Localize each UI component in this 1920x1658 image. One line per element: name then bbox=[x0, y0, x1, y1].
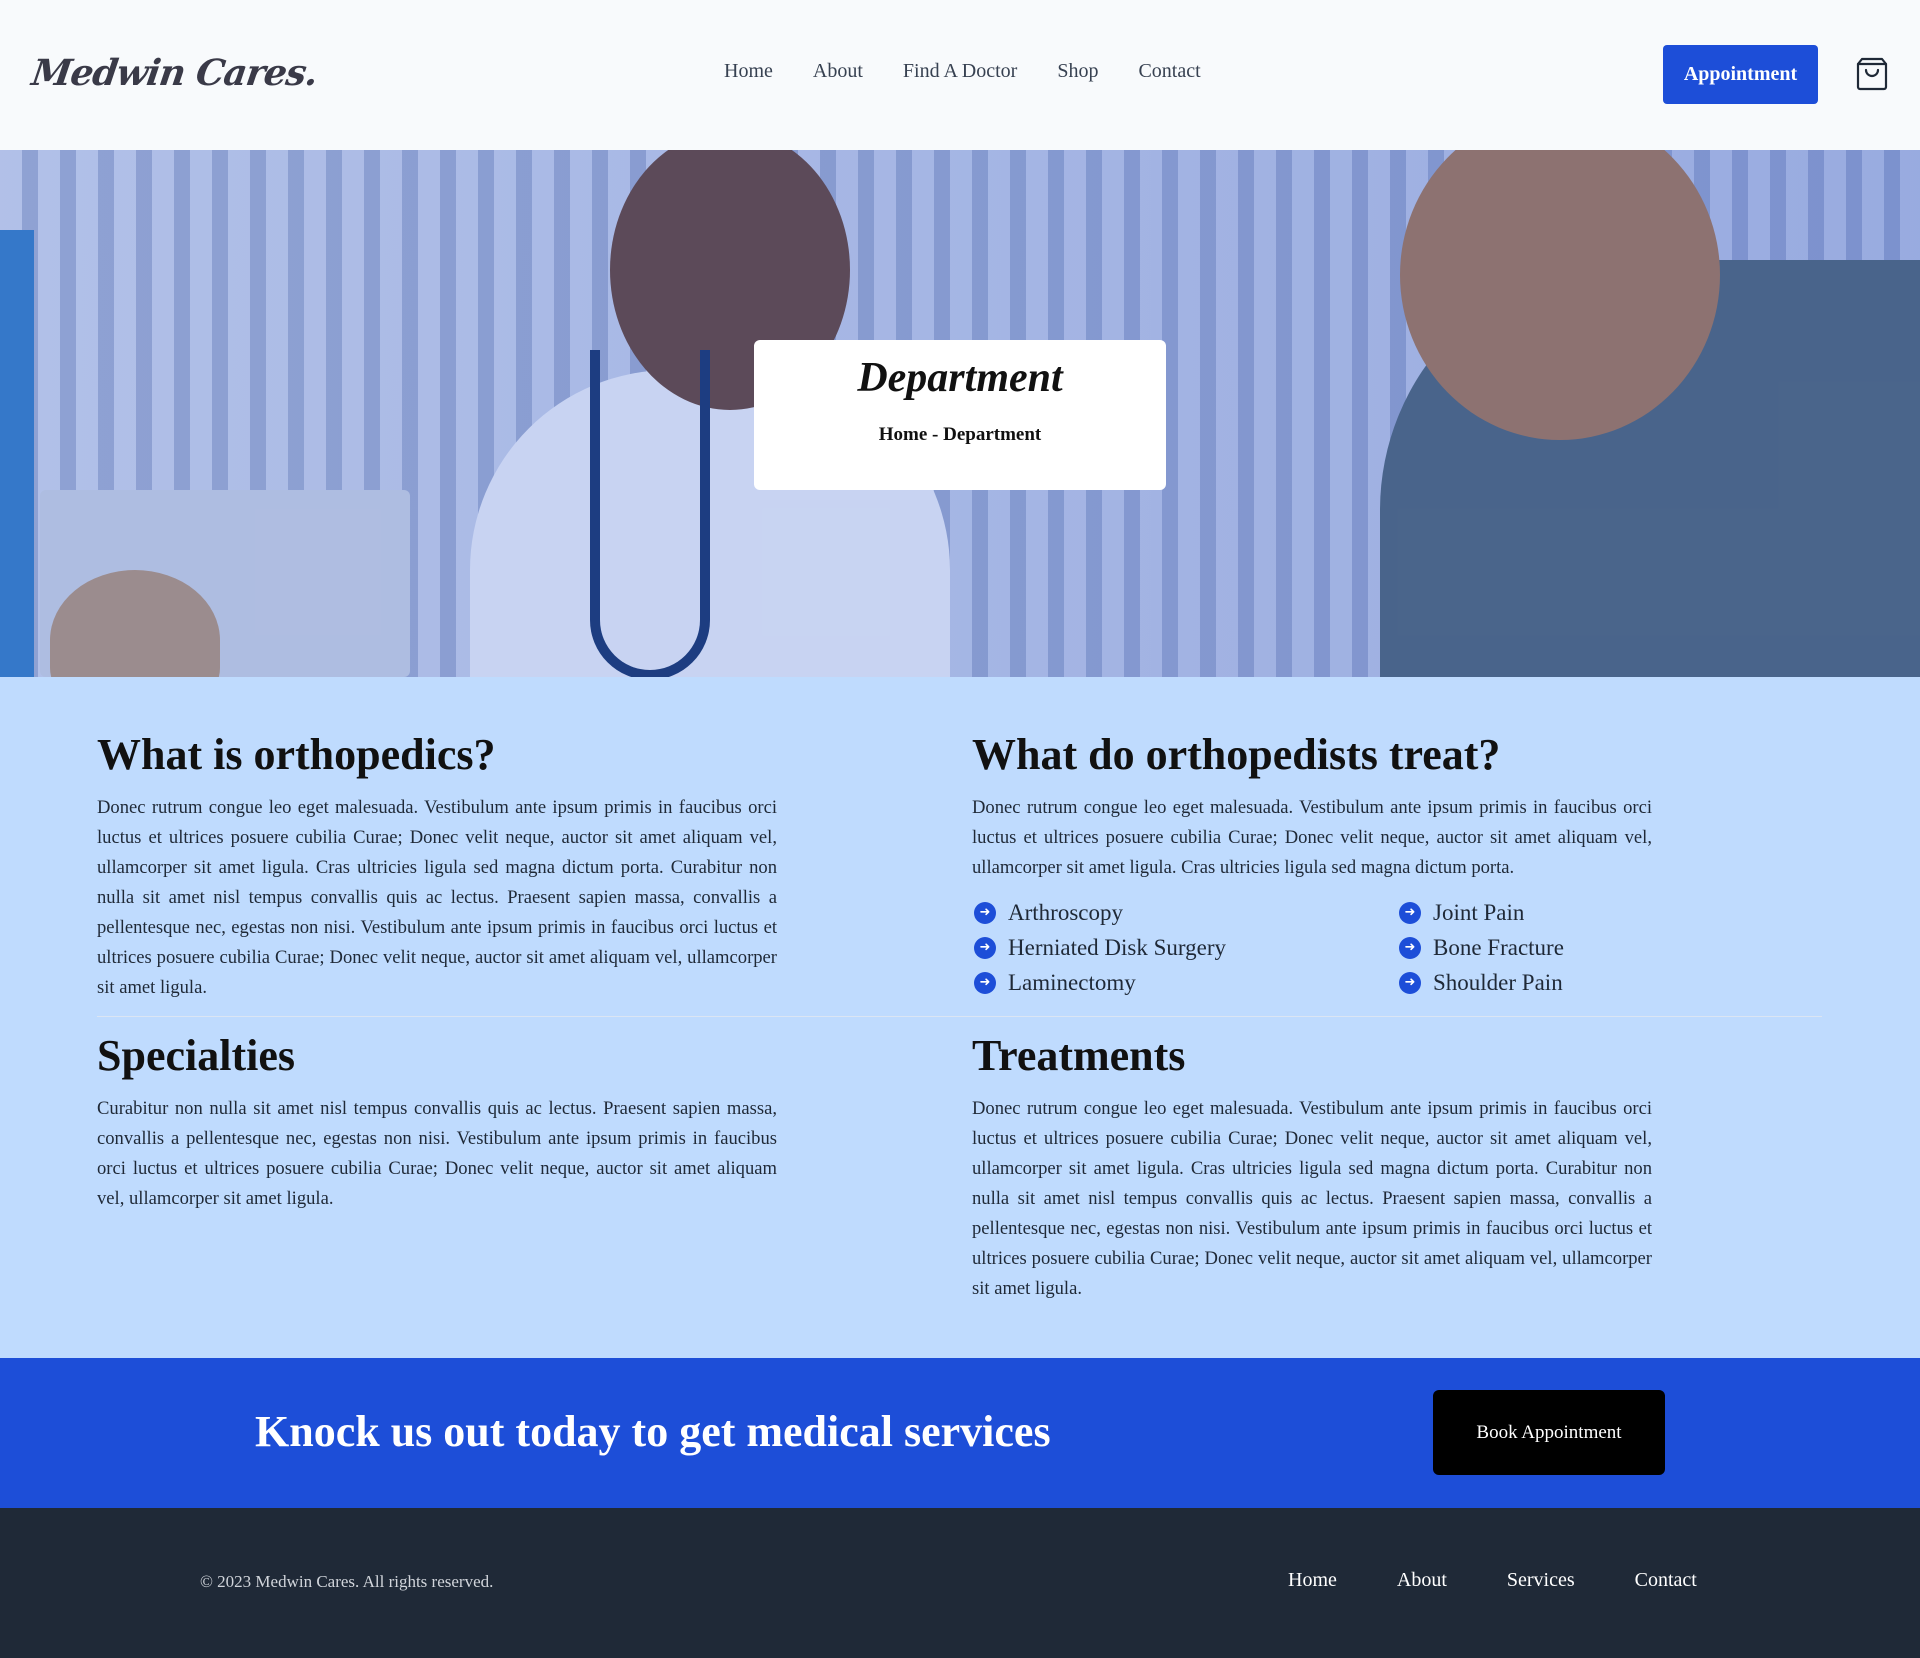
page-title-card: Department Home - Department bbox=[754, 340, 1166, 490]
section-treatments: Treatments Donec rutrum congue leo eget … bbox=[972, 1031, 1652, 1304]
list-item: ➜ Bone Fracture bbox=[1397, 932, 1652, 963]
section-text: Donec rutrum congue leo eget malesuada. … bbox=[972, 1098, 1652, 1300]
breadcrumb[interactable]: Home - Department bbox=[754, 424, 1166, 446]
footer-nav: Home About Services Contact bbox=[1288, 1569, 1697, 1592]
cta-heading: Knock us out today to get medical servic… bbox=[255, 1407, 1051, 1456]
footer-nav-contact[interactable]: Contact bbox=[1635, 1569, 1697, 1592]
section-title: Treatments bbox=[972, 1031, 1186, 1080]
list-item: ➜ Herniated Disk Surgery bbox=[972, 932, 1397, 963]
nav-contact[interactable]: Contact bbox=[1138, 60, 1200, 83]
nav-about[interactable]: About bbox=[813, 60, 863, 83]
section-text: Curabitur non nulla sit amet nisl tempus… bbox=[97, 1098, 777, 1210]
department-content: What is orthopedics? Donec rutrum congue… bbox=[0, 677, 1920, 1358]
appointment-button[interactable]: Appointment bbox=[1663, 45, 1818, 104]
section-text: Donec rutrum congue leo eget malesuada. … bbox=[97, 797, 777, 999]
site-footer: © 2023 Medwin Cares. All rights reserved… bbox=[0, 1508, 1920, 1658]
list-item: ➜ Laminectomy bbox=[972, 967, 1397, 998]
section-divider bbox=[97, 1016, 1822, 1017]
copyright: © 2023 Medwin Cares. All rights reserved… bbox=[200, 1572, 494, 1591]
section-title: Specialties bbox=[97, 1031, 295, 1080]
section-orthopedics: What is orthopedics? Donec rutrum congue… bbox=[97, 730, 777, 1003]
nav-home[interactable]: Home bbox=[724, 60, 773, 83]
section-text: Donec rutrum congue leo eget malesuada. … bbox=[972, 797, 1652, 879]
arrow-circle-right-icon: ➜ bbox=[974, 936, 996, 959]
book-appointment-button[interactable]: Book Appointment bbox=[1433, 1390, 1665, 1475]
footer-nav-home[interactable]: Home bbox=[1288, 1569, 1337, 1592]
arrow-circle-right-icon: ➜ bbox=[974, 971, 996, 994]
logo[interactable]: Medwin Cares. bbox=[29, 52, 320, 94]
nav-shop[interactable]: Shop bbox=[1057, 60, 1098, 83]
footer-nav-about[interactable]: About bbox=[1397, 1569, 1447, 1592]
hero-banner: Department Home - Department bbox=[0, 150, 1920, 677]
arrow-circle-right-icon: ➜ bbox=[1399, 936, 1421, 959]
section-title: What do orthopedists treat? bbox=[972, 730, 1501, 779]
section-treat: What do orthopedists treat? Donec rutrum… bbox=[972, 730, 1652, 998]
cta-banner: Knock us out today to get medical servic… bbox=[0, 1358, 1920, 1508]
arrow-circle-right-icon: ➜ bbox=[974, 901, 996, 924]
page-title: Department bbox=[857, 355, 1063, 401]
main-nav: Home About Find A Doctor Shop Contact bbox=[724, 60, 1201, 83]
list-item: ➜ Arthroscopy bbox=[972, 897, 1397, 928]
footer-nav-services[interactable]: Services bbox=[1507, 1569, 1575, 1592]
nav-find-a-doctor[interactable]: Find A Doctor bbox=[903, 60, 1017, 83]
conditions-list: ➜ Arthroscopy ➜ Joint Pain ➜ Herniated Disk… bbox=[972, 897, 1652, 998]
arrow-circle-right-icon: ➜ bbox=[1399, 901, 1421, 924]
section-specialties: Specialties Curabitur non nulla sit amet… bbox=[97, 1031, 777, 1214]
arrow-circle-right-icon: ➜ bbox=[1399, 971, 1421, 994]
section-title: What is orthopedics? bbox=[97, 730, 496, 779]
list-item: ➜ Joint Pain bbox=[1397, 897, 1652, 928]
shopping-bag-icon[interactable] bbox=[1854, 56, 1890, 92]
site-header: Medwin Cares. Home About Find A Doctor S… bbox=[0, 0, 1920, 150]
list-item: ➜ Shoulder Pain bbox=[1397, 967, 1652, 998]
